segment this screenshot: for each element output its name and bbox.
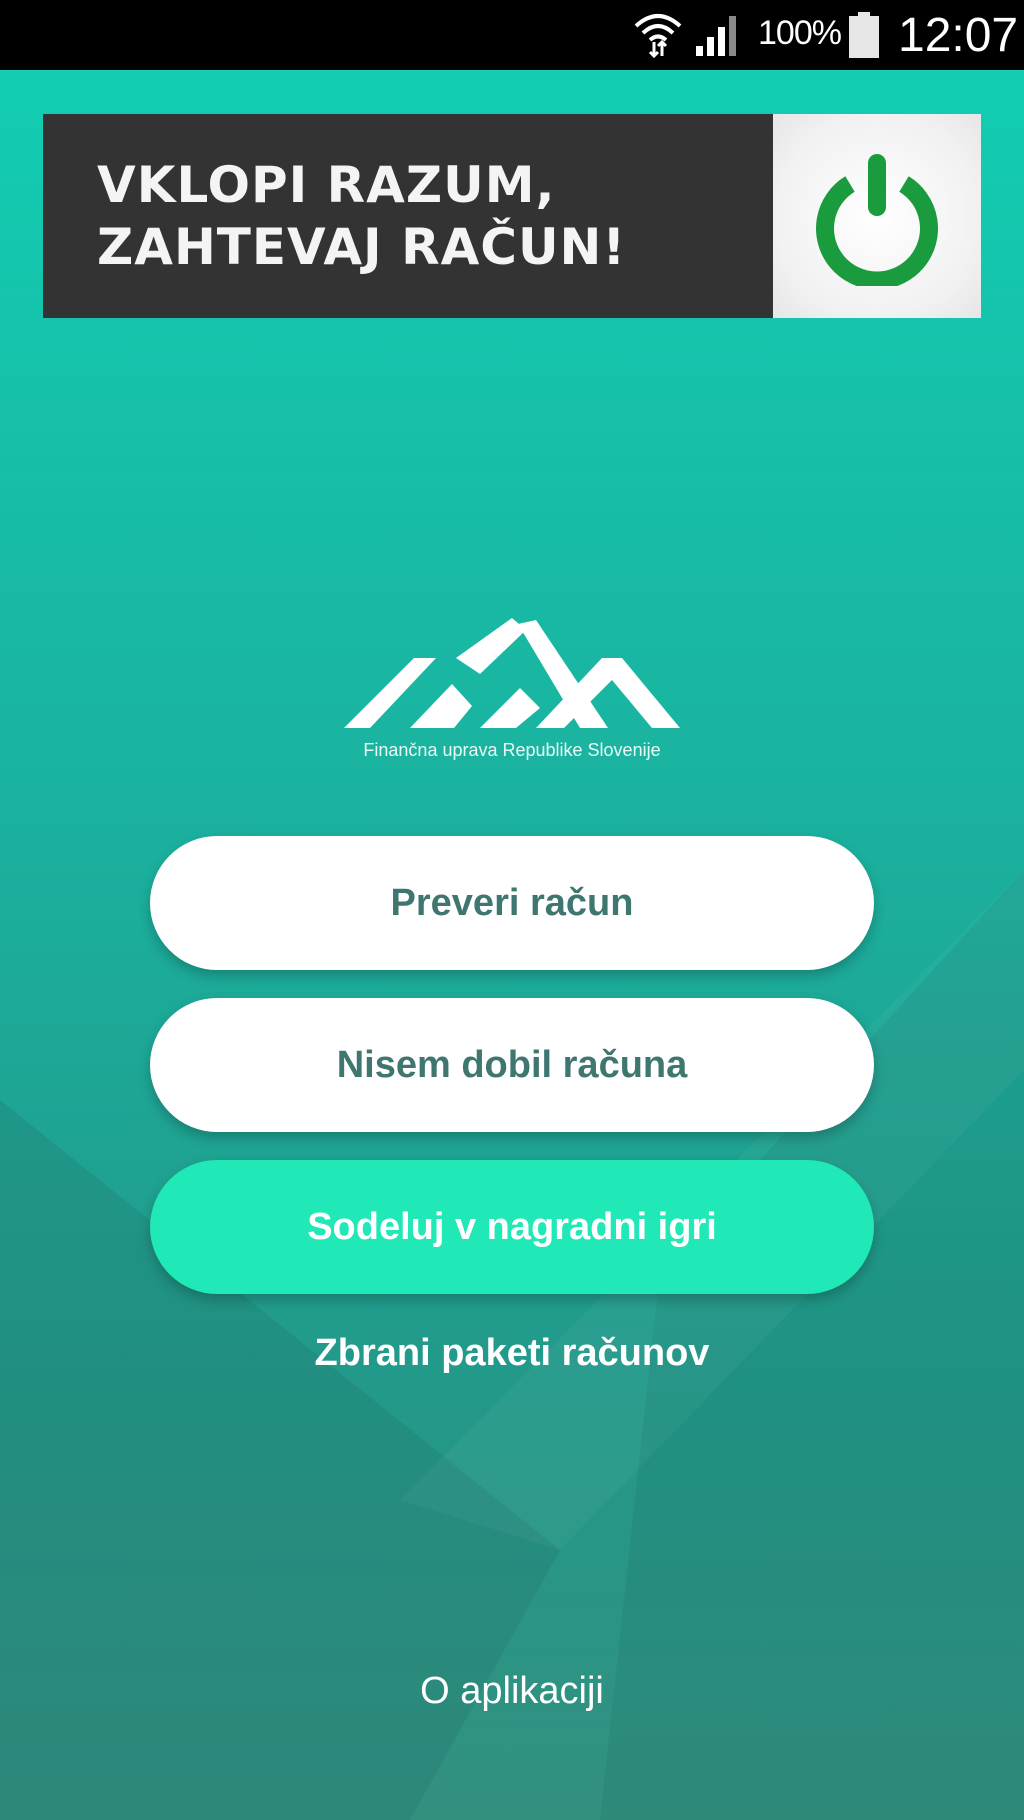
promo-banner[interactable]: VKLOPI RAZUM, ZAHTEVAJ RAČUN! <box>43 114 981 318</box>
logo-caption: Finančna uprava Republike Slovenije <box>363 740 661 760</box>
fu-logo <box>344 618 680 728</box>
about-app-link[interactable]: O aplikaciji <box>0 1670 1024 1713</box>
banner-text-area: VKLOPI RAZUM, ZAHTEVAJ RAČUN! <box>43 114 773 318</box>
cellular-signal-icon <box>696 16 736 56</box>
battery-icon <box>849 12 879 58</box>
status-bar: 100% 12:07 <box>0 0 1024 70</box>
battery-percent: 100% <box>758 14 842 52</box>
wifi-icon <box>634 14 682 59</box>
banner-line-1: VKLOPI RAZUM, <box>97 156 556 214</box>
prize-game-button[interactable]: Sodeluj v nagradni igri <box>150 1160 874 1294</box>
no-receipt-button[interactable]: Nisem dobil računa <box>150 998 874 1132</box>
banner-line-2: ZAHTEVAJ RAČUN! <box>97 218 627 276</box>
clock-time: 12:07 <box>898 9 1019 62</box>
check-receipt-button[interactable]: Preveri račun <box>150 836 874 970</box>
power-icon <box>816 154 938 286</box>
app-screen: VKLOPI RAZUM, ZAHTEVAJ RAČUN! Finančna u… <box>0 70 1024 1820</box>
collected-packages-link[interactable]: Zbrani paketi računov <box>0 1332 1024 1375</box>
banner-icon-area <box>773 114 981 318</box>
